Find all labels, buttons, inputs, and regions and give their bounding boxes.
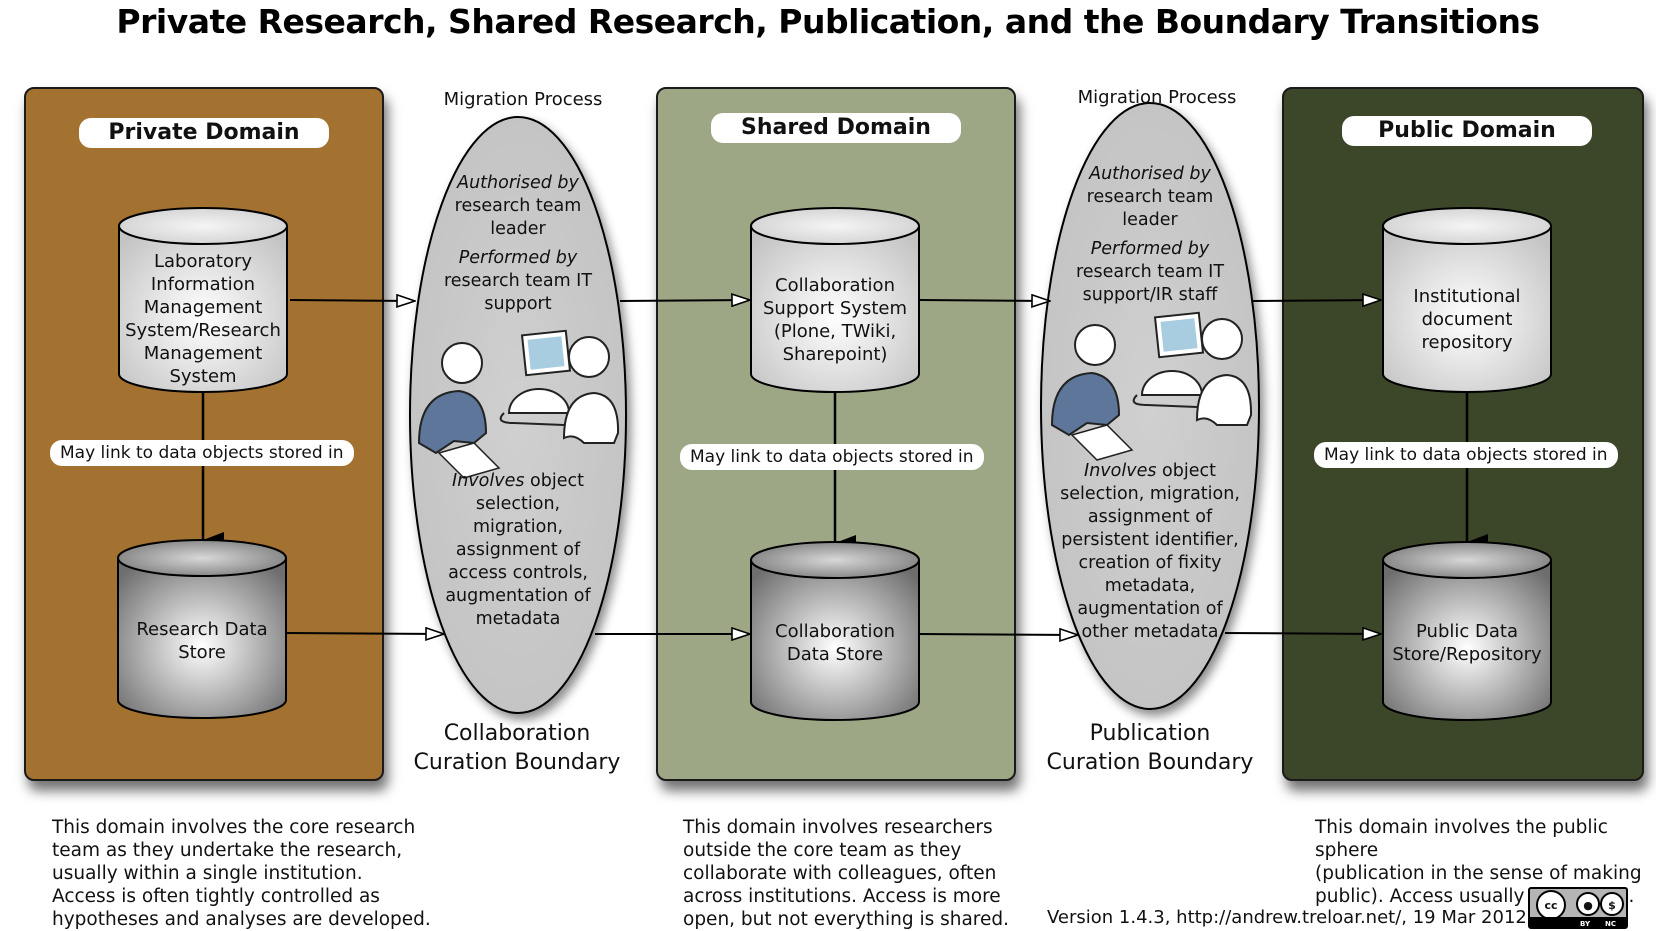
research-data-store-label: Research Data Store (111, 618, 293, 664)
private-to-boundary-bottom-arrow (286, 633, 444, 634)
css-label-line: Support System (763, 298, 907, 319)
institutional-repository-label: Institutional document repository (1376, 285, 1558, 354)
lims-label-line: System (169, 366, 237, 387)
boundary-to-public-top-arrow (1251, 300, 1381, 301)
attribution-icon: ● (1576, 892, 1600, 916)
involves-line: assignment of (1087, 507, 1213, 527)
non-commercial-icon: $ (1600, 892, 1624, 916)
creative-commons-badge[interactable]: cc ● $ BY NC (1528, 887, 1628, 929)
collaboration-data-store-label: Collaboration Data Store (744, 620, 926, 666)
publication-curation-boundary-label: Publication Curation Boundary (1030, 719, 1270, 777)
publication-boundary-involves: Involves object selection, migration, as… (1050, 460, 1250, 644)
shared-to-boundary-top-arrow (919, 300, 1050, 301)
private-link-label: May link to data objects stored in (50, 440, 354, 466)
authorised-prefix: Authorised by (457, 173, 579, 193)
pds-label-line: Public Data (1416, 621, 1518, 642)
cds-label-line: Collaboration (775, 621, 895, 642)
private-domain-description: This domain involves the core research t… (52, 817, 431, 930)
publication-boundary-authorisation: Authorised by research team leader Perfo… (1055, 163, 1245, 307)
involves-line: selection, migration, (1060, 484, 1240, 504)
nc-tag: NC (1605, 920, 1616, 928)
involves-line: assignment of (455, 540, 581, 560)
involves-line: migration, (472, 517, 564, 537)
authorised-line: research team (1086, 187, 1214, 207)
collaboration-support-system-label: Collaboration Support System (Plone, TWi… (744, 274, 926, 366)
performed-line: research team IT (443, 271, 593, 291)
by-tag: BY (1580, 920, 1591, 928)
involves-line: augmentation of (445, 586, 591, 606)
involves-line: object (524, 471, 584, 491)
collaboration-boundary-authorisation: Authorised by research team leader Perfo… (423, 172, 613, 316)
boundary-label-line: Publication (1089, 721, 1211, 746)
lims-label-line: Information (150, 274, 256, 295)
pds-label-line: Store/Repository (1392, 644, 1542, 665)
public-domain-title: Public Domain (1342, 116, 1592, 146)
migration-process-header-1: Migration Process (443, 89, 603, 110)
lims-label-line: Management (143, 343, 263, 364)
boundary-to-shared-top-arrow (619, 300, 750, 301)
css-label-line: (Plone, TWiki, (773, 321, 897, 342)
cc-icon: cc (1536, 890, 1566, 920)
private-domain-title: Private Domain (79, 118, 329, 148)
version-footer: Version 1.4.3, http://andrew.treloar.net… (1047, 907, 1527, 928)
involves-line: persistent identifier, (1061, 530, 1239, 550)
involves-line: other metadata (1081, 622, 1219, 642)
shared-domain-title: Shared Domain (711, 113, 961, 143)
performed-line: support (484, 294, 552, 314)
lims-label-line: System/Research (125, 320, 281, 341)
css-label-line: Collaboration (775, 275, 895, 296)
involves-prefix: Involves (452, 471, 525, 491)
involves-line: selection, (475, 494, 561, 514)
collaboration-curation-boundary-label: Collaboration Curation Boundary (397, 719, 637, 777)
public-link-label: May link to data objects stored in (1314, 442, 1618, 468)
cds-label-line: Data Store (786, 644, 884, 665)
public-data-store-label: Public Data Store/Repository (1376, 620, 1558, 666)
authorised-line: research team (454, 196, 582, 216)
boundary-label-line: Curation Boundary (413, 750, 621, 775)
shared-link-label: May link to data objects stored in (680, 444, 984, 470)
involves-line: metadata, (1104, 576, 1196, 596)
involves-line: augmentation of (1077, 599, 1223, 619)
css-label-line: Sharepoint) (782, 344, 888, 365)
involves-line: creation of fixity (1078, 553, 1222, 573)
performed-prefix: Performed by (458, 248, 578, 268)
authorised-line: leader (490, 219, 546, 239)
involves-line: access controls, (448, 563, 588, 583)
performed-line: support/IR staff (1082, 285, 1218, 305)
performed-line: research team IT (1075, 262, 1225, 282)
authorised-line: leader (1122, 210, 1178, 230)
lims-label: Laboratory Information Management System… (112, 250, 294, 388)
collaboration-boundary-involves: Involves object selection, migration, as… (423, 470, 613, 631)
lims-label-line: Laboratory (153, 251, 253, 272)
private-to-boundary-top-arrow (289, 300, 415, 301)
involves-line: object (1156, 461, 1216, 481)
rds-label-line: Store (178, 642, 226, 663)
ir-label-line: Institutional (1413, 286, 1521, 307)
performed-prefix: Performed by (1090, 239, 1210, 259)
shared-domain-description: This domain involves researchers outside… (683, 817, 1010, 930)
boundary-label-line: Curation Boundary (1046, 750, 1254, 775)
boundary-label-line: Collaboration (443, 721, 591, 746)
involves-line: metadata (475, 609, 561, 629)
rds-label-line: Research Data (136, 619, 268, 640)
involves-prefix: Involves (1084, 461, 1157, 481)
ir-label-line: document (1421, 309, 1513, 330)
lims-label-line: Management (143, 297, 263, 318)
ir-label-line: repository (1421, 332, 1513, 353)
migration-process-header-2: Migration Process (1077, 87, 1237, 108)
authorised-prefix: Authorised by (1089, 164, 1211, 184)
